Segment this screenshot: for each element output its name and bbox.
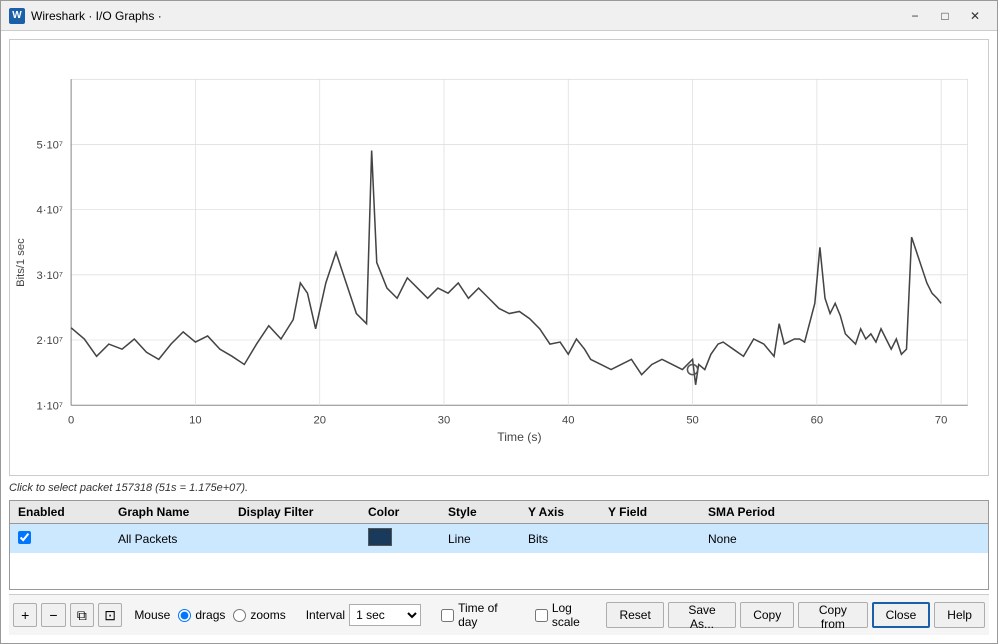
zooms-option[interactable]: zooms — [233, 608, 285, 622]
status-text: Click to select packet 157318 (51s = 1.1… — [9, 482, 248, 494]
zooms-radio[interactable] — [233, 609, 246, 622]
svg-text:60: 60 — [811, 415, 823, 427]
svg-text:0: 0 — [68, 415, 74, 427]
log-scale-label: Log scale — [552, 601, 599, 629]
header-y-field: Y Field — [604, 503, 704, 521]
interval-section: Interval 1 sec 0.1 sec 10 msec 1 msec — [306, 604, 421, 626]
interval-select[interactable]: 1 sec 0.1 sec 10 msec 1 msec — [349, 604, 421, 626]
header-display-filter: Display Filter — [234, 503, 364, 521]
reset-button[interactable]: Reset — [606, 602, 663, 628]
table-header: Enabled Graph Name Display Filter Color … — [10, 501, 988, 524]
header-sma-period: SMA Period — [704, 503, 824, 521]
content-area: 5·10⁷ 4·10⁷ 3·10⁷ 2·10⁷ 1·10⁷ Bits/1 sec… — [1, 31, 997, 643]
drags-radio[interactable] — [178, 609, 191, 622]
svg-text:4·10⁷: 4·10⁷ — [37, 205, 63, 217]
time-of-day-label: Time of day — [458, 601, 515, 629]
table-row[interactable]: All Packets Line Bits None — [10, 524, 988, 553]
cell-y-field — [604, 537, 704, 541]
copy-graph-button[interactable]: ⧉ — [70, 603, 94, 627]
header-y-axis: Y Axis — [524, 503, 604, 521]
remove-graph-button[interactable]: − — [41, 603, 65, 627]
time-of-day-section: Time of day — [441, 601, 515, 629]
cell-color[interactable] — [364, 526, 444, 551]
cell-style: Line — [444, 530, 524, 548]
drags-label: drags — [195, 608, 225, 622]
chart-container[interactable]: 5·10⁷ 4·10⁷ 3·10⁷ 2·10⁷ 1·10⁷ Bits/1 sec… — [9, 39, 989, 476]
titlebar-buttons: − □ ✕ — [901, 6, 989, 26]
svg-text:3·10⁷: 3·10⁷ — [37, 270, 63, 282]
svg-text:50: 50 — [686, 415, 698, 427]
cell-sma-period: None — [704, 530, 824, 548]
color-swatch[interactable] — [368, 528, 392, 546]
main-window: W Wireshark · I/O Graphs · − □ ✕ — [0, 0, 998, 644]
header-graph-name: Graph Name — [114, 503, 234, 521]
maximize-button[interactable]: □ — [931, 6, 959, 26]
enabled-checkbox[interactable] — [18, 531, 31, 544]
svg-text:5·10⁷: 5·10⁷ — [37, 139, 63, 151]
titlebar: W Wireshark · I/O Graphs · − □ ✕ — [1, 1, 997, 31]
cell-enabled[interactable] — [14, 529, 114, 549]
mouse-label: Mouse — [134, 608, 170, 622]
clear-graph-button[interactable]: ⊡ — [98, 603, 122, 627]
mouse-section: Mouse drags zooms — [134, 608, 285, 622]
log-scale-checkbox[interactable] — [535, 609, 548, 622]
minimize-button[interactable]: − — [901, 6, 929, 26]
zooms-label: zooms — [250, 608, 285, 622]
header-enabled: Enabled — [14, 503, 114, 521]
svg-text:30: 30 — [438, 415, 450, 427]
cell-display-filter — [234, 537, 364, 541]
svg-text:70: 70 — [935, 415, 947, 427]
svg-text:10: 10 — [189, 415, 201, 427]
add-graph-button[interactable]: + — [13, 603, 37, 627]
drags-option[interactable]: drags — [178, 608, 225, 622]
bottom-toolbar: + − ⧉ ⊡ Mouse drags zooms — [9, 594, 989, 635]
header-color: Color — [364, 503, 444, 521]
io-graph-svg: 5·10⁷ 4·10⁷ 3·10⁷ 2·10⁷ 1·10⁷ Bits/1 sec… — [10, 40, 988, 475]
save-as-button[interactable]: Save As... — [668, 602, 736, 628]
action-buttons: Save As... Copy Copy from Close Help — [668, 602, 985, 628]
svg-text:40: 40 — [562, 415, 574, 427]
svg-text:2·10⁷: 2·10⁷ — [37, 335, 63, 347]
svg-text:Time (s): Time (s) — [497, 430, 541, 444]
status-bar: Click to select packet 157318 (51s = 1.1… — [9, 480, 989, 496]
copy-from-button[interactable]: Copy from — [798, 602, 867, 628]
app-icon: W — [9, 8, 25, 24]
graph-table: Enabled Graph Name Display Filter Color … — [9, 500, 989, 590]
close-window-button[interactable]: ✕ — [961, 6, 989, 26]
svg-text:20: 20 — [313, 415, 325, 427]
cell-y-axis: Bits — [524, 530, 604, 548]
time-of-day-checkbox[interactable] — [441, 609, 454, 622]
header-style: Style — [444, 503, 524, 521]
cell-graph-name: All Packets — [114, 530, 234, 548]
log-scale-section: Log scale — [535, 601, 599, 629]
window-title: Wireshark · I/O Graphs · — [31, 9, 901, 23]
svg-text:Bits/1 sec: Bits/1 sec — [15, 238, 27, 287]
svg-text:1·10⁷: 1·10⁷ — [37, 400, 63, 412]
copy-button[interactable]: Copy — [740, 602, 794, 628]
interval-label: Interval — [306, 608, 345, 622]
close-button[interactable]: Close — [872, 602, 931, 628]
help-button[interactable]: Help — [934, 602, 985, 628]
